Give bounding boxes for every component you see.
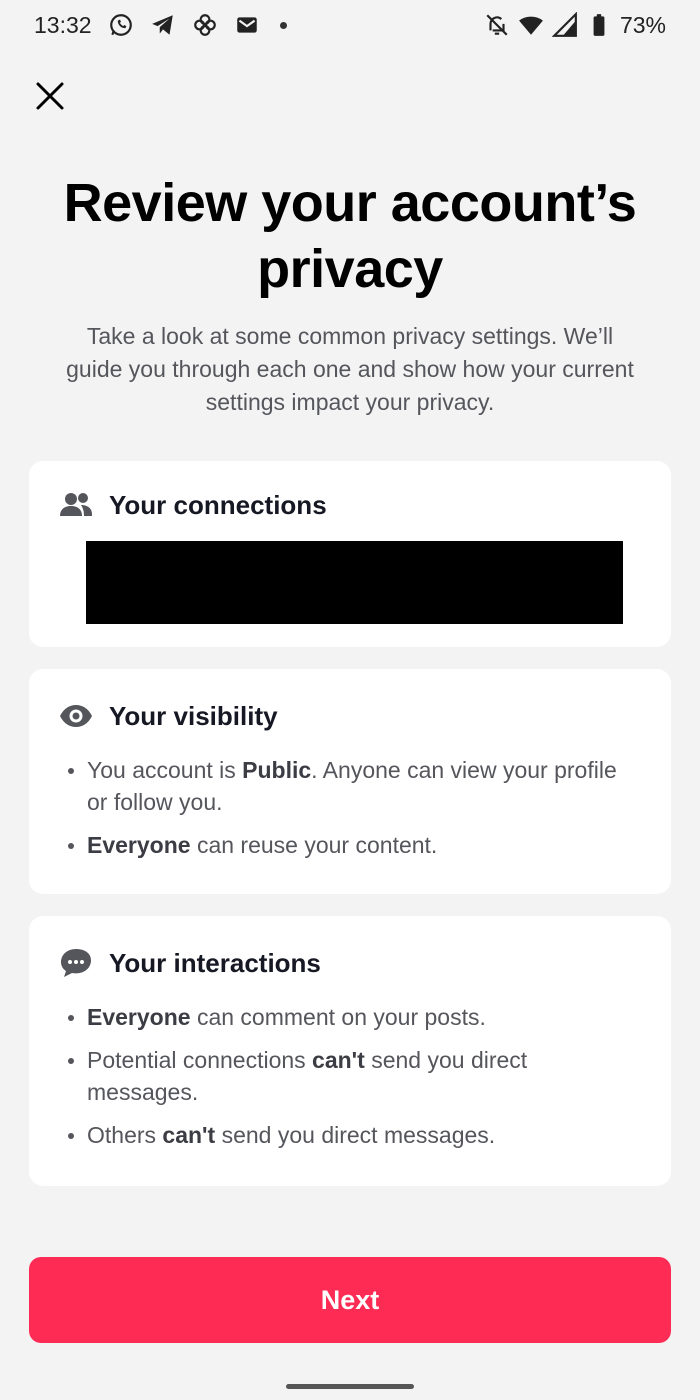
status-bar: 13:32 73% [0,0,700,50]
redacted-content [86,541,623,624]
interactions-card-title: Your interactions [109,947,321,978]
connections-card-header: Your connections [59,485,641,525]
visibility-bullets: You account is Public. Anyone can view y… [59,754,641,861]
bullet-item: Everyone can reuse your content. [68,829,641,861]
people-icon [59,488,93,522]
privacy-review-screen: 13:32 73% Review your account’s privacy … [0,0,700,1400]
connections-card-title: Your connections [109,489,327,520]
eye-icon [59,699,93,733]
connections-card: Your connections [29,461,671,647]
telegram-icon [150,12,176,38]
status-time: 13:32 [34,11,92,38]
wifi-icon [518,12,544,38]
bullet-item: Everyone can comment on your posts. [68,1001,641,1033]
bullet-item: Others can't send you direct messages. [68,1119,641,1151]
interactions-bullets: Everyone can comment on your posts. Poten… [59,1001,641,1151]
page-subtitle: Take a look at some common privacy setti… [66,323,634,415]
battery-percent: 73% [619,11,666,38]
bullet-item: You account is Public. Anyone can view y… [68,754,641,818]
visibility-card-header: Your visibility [59,696,641,736]
close-icon [36,82,64,110]
battery-icon [586,12,612,38]
interactions-card: Your interactions Everyone can comment o… [29,916,671,1186]
close-button[interactable] [28,74,72,118]
interactions-card-header: Your interactions [59,943,641,983]
chat-bubble-icon [59,946,93,980]
status-bar-left: 13:32 [34,12,287,39]
bell-off-icon [484,12,510,38]
whatsapp-icon [108,12,134,38]
status-bar-right: 73% [484,12,666,39]
page-title: Review your account’s privacy [63,173,637,299]
home-indicator[interactable] [286,1384,414,1389]
gmail-icon [234,12,260,38]
pinwheel-icon [192,12,218,38]
next-button[interactable]: Next [29,1257,671,1343]
signal-roaming-icon [551,12,578,38]
bullet-item: Potential connections can't send you dir… [68,1044,641,1108]
visibility-card-title: Your visibility [109,700,278,731]
visibility-card: Your visibility You account is Public. A… [29,669,671,894]
notification-dot [279,21,287,29]
